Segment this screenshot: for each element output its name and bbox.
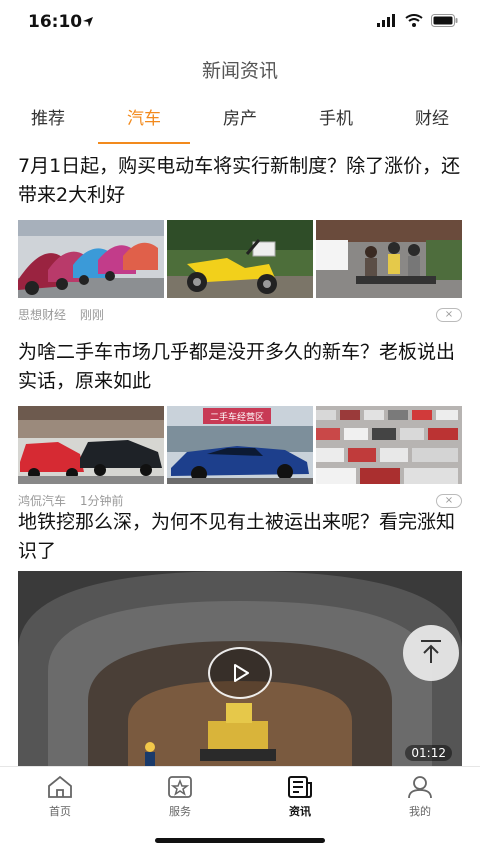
tabbar-item-news[interactable]: 资讯 [260,775,340,819]
dismiss-news-button[interactable]: × [436,308,462,322]
tabbar-label: 首页 [49,805,71,818]
status-bar: 16:10 [0,0,480,44]
dealer-sign-text: 二手车经营区 [210,411,264,423]
parking-lot-cars-image [316,406,462,484]
battery-icon [431,14,458,27]
tabbar-item-service[interactable]: 服务 [140,775,220,819]
location-arrow-icon [83,17,93,27]
tab-finance[interactable]: 财经 [384,104,480,144]
video-duration: 01:12 [405,745,452,761]
play-icon [234,664,249,682]
tabbar-label: 我的 [409,805,431,818]
news-item[interactable]: 地铁挖那么深，为何不见有土被运出来呢？看完涨知识了 [18,508,462,566]
electric-scooters-row-image [18,220,164,298]
arrow-up-to-top-icon [421,640,441,663]
tabbar-label: 服务 [169,805,191,818]
news-meta: 思想财经 刚刚 × [18,306,462,326]
tab-auto[interactable]: 汽车 [96,104,192,144]
status-icons [377,14,458,27]
service-star-icon [168,776,192,798]
status-time: 16:10 [28,12,83,32]
news-thumbnails: 二手车经营区 [18,406,462,484]
news-time: 1分钟前 [79,494,124,508]
signal-icon [377,14,395,27]
page-title: 新闻资讯 [201,60,278,82]
back-to-top-button[interactable] [403,625,459,681]
tab-real-estate[interactable]: 房产 [192,104,288,144]
news-source: 思想财经 [18,308,67,322]
tabbar-item-home[interactable]: 首页 [20,775,100,819]
video-player[interactable]: 01:12 [18,571,462,767]
news-title[interactable]: 为啥二手车市场几乎都是没开多久的新车？老板说出实话，原来如此 [18,338,462,396]
tabbar-item-mine[interactable]: 我的 [380,775,460,819]
news-thumbnails [18,220,462,298]
play-button[interactable] [208,647,272,699]
tab-phone[interactable]: 手机 [288,104,384,144]
used-cars-lot-image [18,406,164,484]
tab-recommend[interactable]: 推荐 [0,104,96,144]
news-time: 刚刚 [79,308,104,322]
news-source: 鸿侃汽车 [18,494,67,508]
yellow-electric-scooter-image [167,220,313,298]
category-tabs: 推荐 汽车 房产 手机 财经 [0,104,480,144]
user-icon [408,776,432,799]
home-indicator [155,838,325,843]
riders-on-street-image [316,220,462,298]
news-title[interactable]: 地铁挖那么深，为何不见有土被运出来呢？看完涨知识了 [18,508,462,566]
wifi-icon [405,14,423,27]
news-title[interactable]: 7月1日起，购买电动车将实行新制度？除了涨价，还带来2大利好 [18,152,462,210]
dismiss-news-button[interactable]: × [436,494,462,508]
news-item[interactable]: 为啥二手车市场几乎都是没开多久的新车？老板说出实话，原来如此 二手车经营区 鸿侃… [18,338,462,512]
home-icon [48,775,72,798]
news-icon [288,776,312,798]
blue-sports-car-image: 二手车经营区 [167,406,313,484]
tabbar-label: 资讯 [289,805,311,818]
news-item[interactable]: 7月1日起，购买电动车将实行新制度？除了涨价，还带来2大利好 思想财经 刚刚 × [18,152,462,326]
